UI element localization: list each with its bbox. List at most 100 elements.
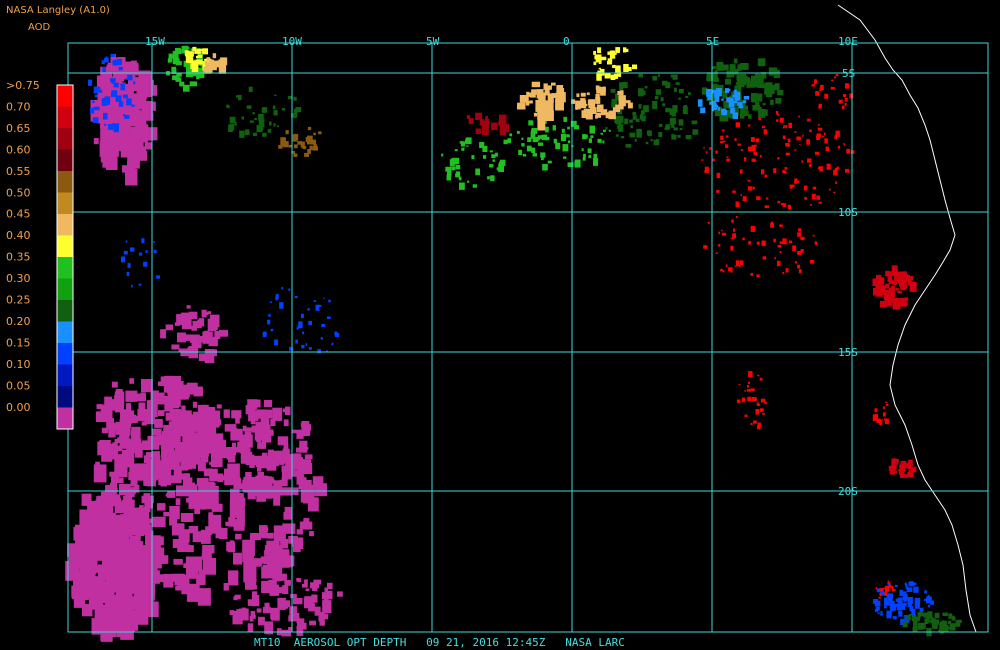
aerosol-pixel xyxy=(826,163,831,170)
aerosol-pixel xyxy=(507,138,511,144)
aerosol-pixel xyxy=(288,288,291,291)
aerosol-pixel xyxy=(759,408,764,412)
aerosol-pixel xyxy=(268,477,274,482)
aerosol-pixel xyxy=(750,225,755,232)
aerosol-pixel xyxy=(105,487,117,499)
aerosol-pixel xyxy=(596,104,604,113)
aerosol-pixel xyxy=(773,238,776,243)
aerosol-pixel xyxy=(243,553,254,564)
aerosol-pixel xyxy=(751,158,756,162)
aerosol-pixel xyxy=(157,503,166,511)
aerosol-pixel xyxy=(521,143,525,147)
aerosol-pixel xyxy=(902,466,906,469)
aerosol-pixel xyxy=(132,153,138,158)
aerosol-pixel xyxy=(835,130,840,137)
legend-swatch xyxy=(57,407,73,429)
aerosol-pixel xyxy=(785,143,790,147)
aerosol-pixel xyxy=(171,376,181,387)
aerosol-pixel xyxy=(334,331,338,336)
aerosol-pixel xyxy=(127,263,131,268)
aerosol-pixel xyxy=(285,406,291,416)
aerosol-pixel xyxy=(261,580,272,593)
aerosol-pixel xyxy=(131,284,133,288)
aerosol-pixel xyxy=(770,221,774,224)
aerosol-pixel xyxy=(787,138,791,143)
aerosol-pixel xyxy=(891,585,894,589)
aerosol-pixel xyxy=(203,557,216,575)
aerosol-pixel xyxy=(721,232,727,236)
aerosol-pixel xyxy=(174,322,180,326)
aerosol-pixel xyxy=(737,143,741,146)
aerosol-pixel xyxy=(191,341,202,349)
aerosol-pixel xyxy=(318,305,322,307)
source-label: NASA Langley (A1.0) xyxy=(6,5,110,16)
aerosol-pixel xyxy=(317,349,321,354)
aerosol-pixel xyxy=(747,384,749,388)
aerosol-pixel xyxy=(281,108,286,111)
aerosol-pixel xyxy=(927,611,933,619)
aerosol-pixel xyxy=(176,73,180,78)
aerosol-pixel xyxy=(910,469,913,472)
aerosol-pixel xyxy=(732,233,736,239)
aerosol-pixel xyxy=(220,62,224,66)
aerosol-pixel xyxy=(89,107,95,114)
aerosol-pixel xyxy=(138,283,142,286)
aerosol-pixel xyxy=(121,438,131,444)
aerosol-pixel xyxy=(242,482,247,486)
aerosol-pixel xyxy=(934,612,940,619)
aerosol-pixel xyxy=(133,464,141,472)
aerosol-pixel xyxy=(785,268,789,273)
aerosol-pixel xyxy=(227,450,236,463)
aerosol-pixel xyxy=(168,575,175,580)
legend-label: 0.00 xyxy=(6,401,31,414)
aerosol-pixel xyxy=(105,151,118,170)
aerosol-pixel xyxy=(782,135,786,139)
aerosol-pixel xyxy=(814,241,817,245)
aerosol-pixel xyxy=(97,564,112,578)
aerosol-pixel xyxy=(794,261,798,264)
aerosol-pixel xyxy=(638,104,642,109)
aerosol-pixel xyxy=(296,625,304,636)
aerosol-pixel xyxy=(748,240,751,245)
aerosol-pixel xyxy=(816,133,821,138)
aerosol-pixel xyxy=(756,138,759,143)
aerosol-pixel xyxy=(302,429,310,437)
aerosol-pixel xyxy=(115,585,129,606)
aerosol-pixel xyxy=(619,90,624,96)
aerosol-pixel xyxy=(295,107,302,113)
aerosol-pixel xyxy=(593,50,596,55)
aerosol-pixel xyxy=(892,302,898,309)
legend-label: 0.60 xyxy=(6,143,31,156)
aerosol-pixel xyxy=(799,143,801,145)
legend-label: 0.55 xyxy=(6,165,31,178)
aerosol-pixel xyxy=(223,409,230,418)
aerosol-pixel xyxy=(774,83,780,91)
aerosol-pixel xyxy=(773,168,777,174)
aerosol-pixel xyxy=(713,77,719,83)
aerosol-pixel xyxy=(324,594,331,598)
aerosol-pixel xyxy=(319,620,325,626)
aerosol-pixel xyxy=(879,419,883,425)
aerosol-pixel xyxy=(156,392,165,405)
aerosol-pixel xyxy=(764,174,768,178)
aerosol-pixel xyxy=(203,330,210,338)
aerosol-pixel xyxy=(133,81,136,85)
aerosol-pixel xyxy=(824,138,828,144)
aerosol-pixel xyxy=(632,115,637,120)
aerosol-pixel xyxy=(593,158,598,166)
aerosol-pixel xyxy=(756,402,759,406)
aerosol-pixel xyxy=(104,131,118,144)
aerosol-pixel xyxy=(779,117,784,123)
aerosol-pixel xyxy=(288,615,295,622)
aerosol-pixel xyxy=(115,389,123,398)
aerosol-pixel xyxy=(723,140,726,143)
aerosol-pixel xyxy=(168,447,173,453)
aerosol-pixel xyxy=(775,111,779,115)
aerosol-pixel xyxy=(296,618,305,624)
aerosol-pixel xyxy=(197,588,211,606)
aerosol-pixel xyxy=(835,181,837,184)
aerosol-pixel xyxy=(146,452,155,458)
aerosol-pixel xyxy=(731,219,734,223)
aerosol-pixel xyxy=(526,145,532,152)
aerosol-pixel xyxy=(740,63,749,70)
